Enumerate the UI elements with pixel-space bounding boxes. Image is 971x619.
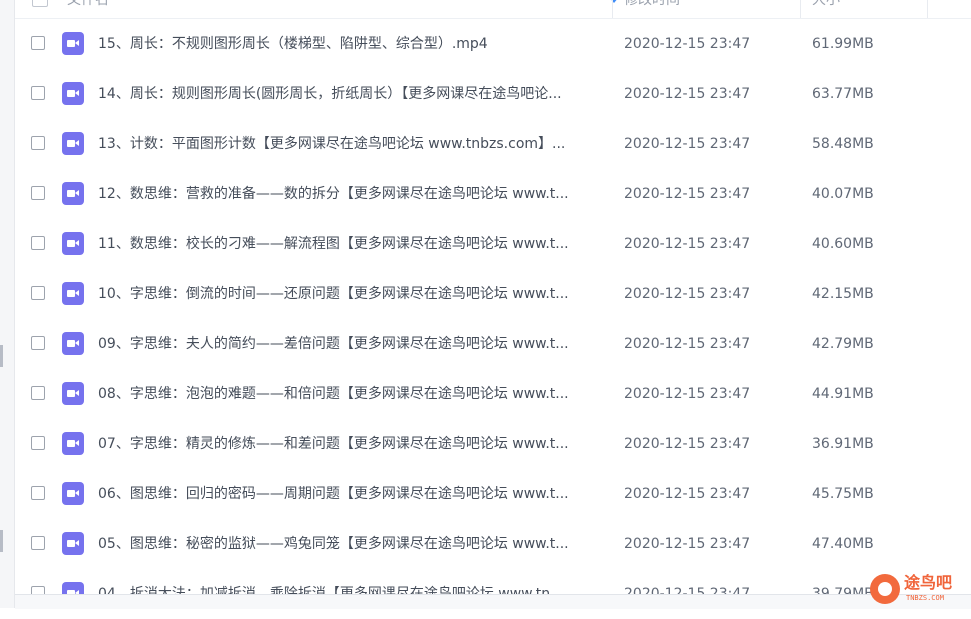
file-list-header: 文件名 修改时间 大小 bbox=[15, 0, 971, 19]
watermark-url: TNBZS.COM bbox=[906, 594, 944, 602]
column-divider[interactable] bbox=[612, 0, 613, 18]
file-row[interactable]: 10、字思维：倒流的时间——还原问题【更多网课尽在途鸟吧论坛 www.t... … bbox=[15, 269, 971, 319]
file-size: 40.60MB bbox=[812, 236, 874, 252]
row-checkbox[interactable] bbox=[31, 286, 45, 300]
sort-desc-icon[interactable] bbox=[609, 0, 619, 3]
row-checkbox[interactable] bbox=[31, 236, 45, 250]
video-file-icon bbox=[62, 282, 84, 305]
file-name[interactable]: 10、字思维：倒流的时间——还原问题【更多网课尽在途鸟吧论坛 www.t... bbox=[98, 285, 608, 303]
file-name[interactable]: 13、计数：平面图形计数【更多网课尽在途鸟吧论坛 www.tnbzs.com】.… bbox=[98, 135, 608, 153]
row-checkbox[interactable] bbox=[31, 136, 45, 150]
video-file-icon bbox=[62, 32, 84, 55]
file-name[interactable]: 06、图思维：回归的密码——周期问题【更多网课尽在途鸟吧论坛 www.t... bbox=[98, 485, 608, 503]
file-row[interactable]: 11、数思维：校长的刁难——解流程图【更多网课尽在途鸟吧论坛 www.t... … bbox=[15, 219, 971, 269]
video-file-icon bbox=[62, 382, 84, 405]
column-header-size[interactable]: 大小 bbox=[812, 0, 840, 9]
row-checkbox[interactable] bbox=[31, 186, 45, 200]
panel-edge-mark bbox=[0, 345, 3, 367]
file-size: 40.07MB bbox=[812, 186, 874, 202]
horizontal-scrollbar[interactable] bbox=[15, 594, 971, 609]
file-modified-time: 2020-12-15 23:47 bbox=[624, 386, 751, 402]
file-size: 63.77MB bbox=[812, 86, 874, 102]
file-row[interactable]: 12、数思维：营救的准备——数的拆分【更多网课尽在途鸟吧论坛 www.t... … bbox=[15, 169, 971, 219]
file-name[interactable]: 05、图思维：秘密的监狱——鸡兔同笼【更多网课尽在途鸟吧论坛 www.t... bbox=[98, 535, 608, 553]
select-all-checkbox[interactable] bbox=[32, 0, 48, 7]
column-divider[interactable] bbox=[927, 0, 928, 18]
video-file-icon bbox=[62, 532, 84, 555]
left-panel-edge bbox=[0, 0, 15, 608]
row-checkbox[interactable] bbox=[31, 436, 45, 450]
file-size: 36.91MB bbox=[812, 436, 874, 452]
row-checkbox[interactable] bbox=[31, 86, 45, 100]
file-name[interactable]: 14、周长：规则图形周长(圆形周长，折纸周长）【更多网课尽在途鸟吧论... bbox=[98, 85, 608, 103]
file-size: 45.75MB bbox=[812, 486, 874, 502]
file-modified-time: 2020-12-15 23:47 bbox=[624, 136, 751, 152]
column-divider[interactable] bbox=[800, 0, 801, 18]
file-name[interactable]: 08、字思维：泡泡的难题——和倍问题【更多网课尽在途鸟吧论坛 www.t... bbox=[98, 385, 608, 403]
file-row[interactable]: 06、图思维：回归的密码——周期问题【更多网课尽在途鸟吧论坛 www.t... … bbox=[15, 469, 971, 519]
video-file-icon bbox=[62, 232, 84, 255]
file-modified-time: 2020-12-15 23:47 bbox=[624, 86, 751, 102]
row-checkbox[interactable] bbox=[31, 36, 45, 50]
watermark: 途鸟吧 TNBZS.COM bbox=[870, 570, 971, 608]
file-modified-time: 2020-12-15 23:47 bbox=[624, 336, 751, 352]
file-modified-time: 2020-12-15 23:47 bbox=[624, 436, 751, 452]
file-name[interactable]: 11、数思维：校长的刁难——解流程图【更多网课尽在途鸟吧论坛 www.t... bbox=[98, 235, 608, 253]
file-modified-time: 2020-12-15 23:47 bbox=[624, 36, 751, 52]
file-row[interactable]: 05、图思维：秘密的监狱——鸡兔同笼【更多网课尽在途鸟吧论坛 www.t... … bbox=[15, 519, 971, 569]
video-file-icon bbox=[62, 432, 84, 455]
panel-edge-mark bbox=[0, 530, 3, 552]
file-name[interactable]: 09、字思维：夫人的简约——差倍问题【更多网课尽在途鸟吧论坛 www.t... bbox=[98, 335, 608, 353]
file-size: 42.79MB bbox=[812, 336, 874, 352]
video-file-icon bbox=[62, 132, 84, 155]
video-file-icon bbox=[62, 82, 84, 105]
file-modified-time: 2020-12-15 23:47 bbox=[624, 286, 751, 302]
file-size: 61.99MB bbox=[812, 36, 874, 52]
file-row[interactable]: 13、计数：平面图形计数【更多网课尽在途鸟吧论坛 www.tnbzs.com】.… bbox=[15, 119, 971, 169]
video-file-icon bbox=[62, 332, 84, 355]
file-modified-time: 2020-12-15 23:47 bbox=[624, 486, 751, 502]
file-name[interactable]: 07、字思维：精灵的修炼——和差问题【更多网课尽在途鸟吧论坛 www.t... bbox=[98, 435, 608, 453]
file-modified-time: 2020-12-15 23:47 bbox=[624, 536, 751, 552]
file-name[interactable]: 12、数思维：营救的准备——数的拆分【更多网课尽在途鸟吧论坛 www.t... bbox=[98, 185, 608, 203]
video-file-icon bbox=[62, 482, 84, 505]
row-checkbox[interactable] bbox=[31, 536, 45, 550]
file-row[interactable]: 14、周长：规则图形周长(圆形周长，折纸周长）【更多网课尽在途鸟吧论... 20… bbox=[15, 69, 971, 119]
file-modified-time: 2020-12-15 23:47 bbox=[624, 236, 751, 252]
row-checkbox[interactable] bbox=[31, 386, 45, 400]
file-row[interactable]: 15、周长：不规则图形周长（楼梯型、陷阱型、综合型）.mp4 2020-12-1… bbox=[15, 19, 971, 69]
file-modified-time: 2020-12-15 23:47 bbox=[624, 186, 751, 202]
watermark-text: 途鸟吧 bbox=[904, 573, 953, 592]
file-size: 58.48MB bbox=[812, 136, 874, 152]
file-size: 42.15MB bbox=[812, 286, 874, 302]
file-name[interactable]: 15、周长：不规则图形周长（楼梯型、陷阱型、综合型）.mp4 bbox=[98, 35, 608, 53]
row-checkbox[interactable] bbox=[31, 486, 45, 500]
bird-logo-icon bbox=[870, 574, 900, 604]
row-checkbox[interactable] bbox=[31, 336, 45, 350]
file-row[interactable]: 07、字思维：精灵的修炼——和差问题【更多网课尽在途鸟吧论坛 www.t... … bbox=[15, 419, 971, 469]
file-row[interactable]: 09、字思维：夫人的简约——差倍问题【更多网课尽在途鸟吧论坛 www.t... … bbox=[15, 319, 971, 369]
column-header-name[interactable]: 文件名 bbox=[67, 0, 109, 9]
file-size: 44.91MB bbox=[812, 386, 874, 402]
video-file-icon bbox=[62, 182, 84, 205]
file-row[interactable]: 08、字思维：泡泡的难题——和倍问题【更多网课尽在途鸟吧论坛 www.t... … bbox=[15, 369, 971, 419]
column-header-modified[interactable]: 修改时间 bbox=[624, 0, 680, 9]
file-size: 47.40MB bbox=[812, 536, 874, 552]
